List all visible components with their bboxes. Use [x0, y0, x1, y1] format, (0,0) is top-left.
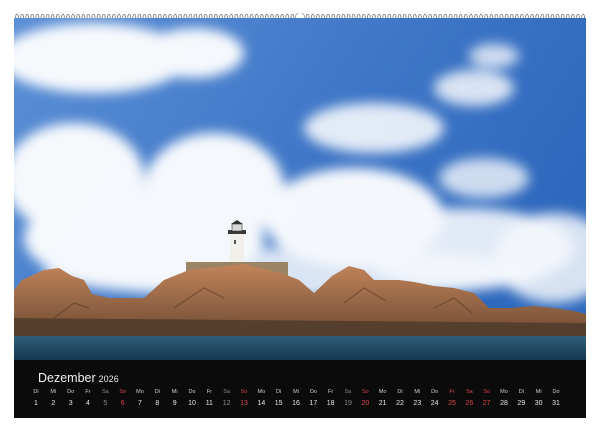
weekday-label: Mi	[414, 389, 421, 395]
month-title: Dezember 2026	[38, 371, 119, 385]
day-number: 23	[413, 400, 422, 407]
year-label: 2026	[98, 374, 119, 384]
weekday-label: Do	[309, 389, 317, 395]
weekday-label: Mi	[171, 389, 178, 395]
day-number: 20	[361, 400, 370, 407]
day-number: 12	[222, 400, 231, 407]
weekday-label: Di	[397, 389, 403, 395]
day-number: 14	[257, 400, 266, 407]
weekday-label: Mo	[257, 389, 266, 395]
weekday-label: Fr	[85, 389, 91, 395]
weekday-label: Mo	[500, 389, 508, 395]
day-number: 30	[534, 400, 543, 407]
weekday-label: Do	[188, 389, 196, 395]
day-number: 16	[292, 400, 300, 407]
weekday-label: So	[361, 389, 369, 395]
weekday-label: Di	[518, 389, 524, 395]
day-number: 2	[51, 400, 56, 407]
day-number: 13	[240, 400, 248, 407]
day-number: 31	[552, 400, 560, 407]
day-number: 25	[448, 400, 456, 407]
day-number: 6	[120, 400, 125, 407]
day-number: 8	[155, 400, 160, 407]
weekday-label: Mi	[50, 389, 57, 395]
day-number: 5	[103, 400, 108, 407]
month-name: Dezember	[38, 371, 96, 385]
weekday-label: So	[483, 389, 491, 395]
weekday-label: Sa	[465, 389, 473, 395]
day-number: 21	[378, 400, 387, 407]
day-number: 11	[205, 400, 213, 407]
day-number: 22	[396, 400, 404, 407]
weekday-label: Fr	[328, 389, 334, 395]
day-number: 9	[172, 400, 177, 407]
weekday-label: Sa	[101, 389, 109, 395]
weekday-label: Mi	[535, 389, 542, 395]
day-number: 3	[68, 400, 73, 407]
weekday-label: Di	[276, 389, 282, 395]
weekday-label: Mi	[293, 389, 299, 395]
weekday-label: Mo	[136, 389, 144, 395]
weekday-label: Do	[431, 389, 439, 395]
day-number: 28	[500, 400, 508, 407]
day-number: 15	[274, 400, 283, 407]
weekday-label: Do	[552, 389, 560, 395]
day-number: 7	[138, 400, 142, 407]
day-number: 24	[430, 400, 439, 407]
weekday-label: Mo	[378, 389, 387, 395]
day-number: 27	[482, 400, 491, 407]
weekday-label: So	[240, 389, 248, 395]
weekday-label: Di	[154, 389, 160, 395]
day-number: 17	[309, 400, 318, 407]
day-number: 26	[465, 400, 474, 407]
calendar-strip: Dezember 2026 Di Mi Do Fr Sa So Mo Di Mi Do Fr Sa So M…	[14, 360, 586, 418]
calendar-photo	[14, 18, 586, 360]
weekday-label: Sa	[223, 389, 231, 395]
weekday-label: Sa	[344, 389, 352, 395]
day-row: 1 2 3 4 5 6 7 8 9 10 11 12 13 14 15 16 17 18 19 20 21 22 23 24 2…	[14, 400, 586, 412]
weekday-label: Di	[33, 389, 39, 395]
weekday-label: Fr	[449, 389, 455, 395]
day-number: 10	[188, 400, 196, 407]
day-number: 29	[517, 400, 526, 407]
weekday-label: Fr	[206, 389, 212, 395]
day-number: 18	[326, 400, 335, 407]
weekday-label: So	[119, 389, 127, 395]
day-number: 1	[34, 400, 38, 407]
day-number: 19	[344, 400, 352, 407]
day-number: 4	[86, 400, 90, 407]
weekday-label: Do	[67, 389, 75, 395]
